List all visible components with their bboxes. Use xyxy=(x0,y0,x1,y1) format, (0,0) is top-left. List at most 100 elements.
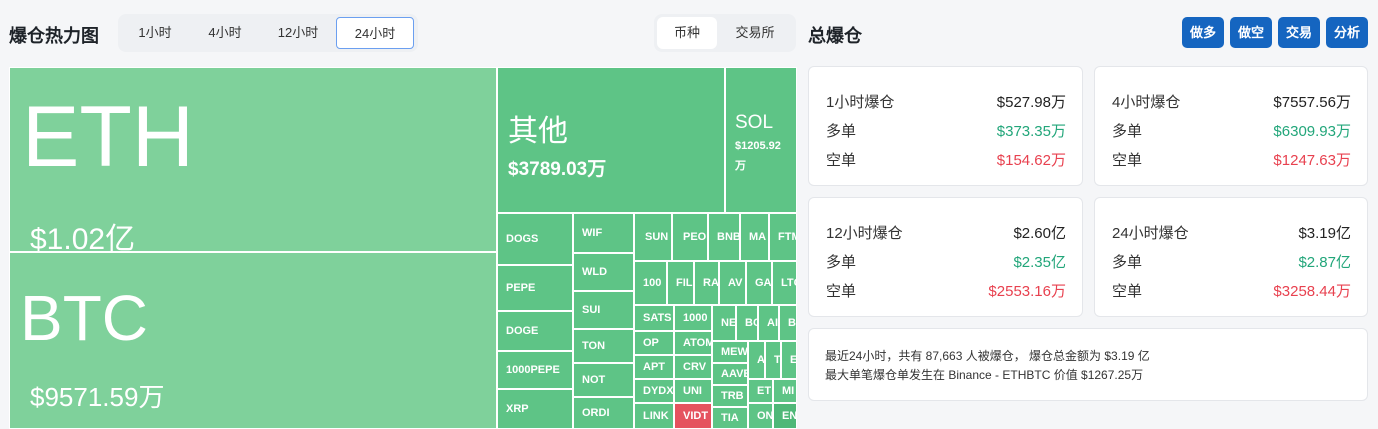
tile-ma[interactable]: MA xyxy=(740,213,769,261)
card-24h-long-label: 多单 xyxy=(1112,254,1143,271)
tile-apt[interactable]: APT xyxy=(634,355,674,379)
tile-xrp[interactable]: XRP xyxy=(497,389,573,429)
tile-ga[interactable]: GA xyxy=(746,261,772,305)
tile-aave[interactable]: AAVE xyxy=(712,363,748,385)
action-buttons: 做多 做空 交易 分析 xyxy=(1182,17,1368,48)
tile-e[interactable]: E xyxy=(781,341,797,379)
heatmap-title: 爆仓热力图 xyxy=(9,26,99,46)
tile-op[interactable]: OP xyxy=(634,331,674,355)
tile-mi[interactable]: MI xyxy=(773,379,797,403)
card-24h-short: $3258.44万 xyxy=(1273,283,1351,300)
tile-sun[interactable]: SUN xyxy=(634,213,672,261)
tile-doge[interactable]: DOGE xyxy=(497,311,573,351)
tile-1000-b[interactable]: 1000 xyxy=(674,305,712,331)
card-12h-long: $2.35亿 xyxy=(1013,254,1066,271)
tile-trb[interactable]: TRB xyxy=(712,385,748,407)
tile-btc[interactable]: BTC $9571.59万 xyxy=(9,252,497,429)
tile-ai[interactable]: AI xyxy=(758,305,779,341)
tile-mew[interactable]: MEW xyxy=(712,341,748,363)
liquidation-treemap: ETH $1.02亿 BTC $9571.59万 其他 $3789.03万 SO… xyxy=(9,67,797,429)
card-1h-short: $154.62万 xyxy=(996,152,1066,169)
tile-en[interactable]: EN xyxy=(773,403,797,429)
tile-ne[interactable]: NE xyxy=(712,305,736,341)
tab-coin[interactable]: 币种 xyxy=(657,17,717,49)
tile-1000[interactable]: 100 xyxy=(634,261,667,305)
tile-bo[interactable]: BO xyxy=(779,305,797,341)
card-1h-total: $527.98万 xyxy=(996,94,1066,111)
card-24h-label: 24小时爆仓 xyxy=(1112,225,1189,242)
card-12h-short-label: 空单 xyxy=(826,283,857,300)
card-4h-short: $1247.63万 xyxy=(1273,152,1351,169)
tile-pepe[interactable]: PEPE xyxy=(497,265,573,311)
tile-et[interactable]: ET xyxy=(748,379,773,403)
card-1h: 1小时爆仓 $527.98万 多单 $373.35万 空单 $154.62万 xyxy=(808,66,1083,186)
tab-exchange[interactable]: 交易所 xyxy=(717,17,793,49)
short-button[interactable]: 做空 xyxy=(1230,17,1272,48)
tile-not[interactable]: NOT xyxy=(573,363,634,397)
tile-other[interactable]: 其他 $3789.03万 xyxy=(497,67,725,213)
tab-4h[interactable]: 4小时 xyxy=(190,17,260,49)
card-1h-long-label: 多单 xyxy=(826,123,857,140)
tile-ra[interactable]: RA xyxy=(694,261,719,305)
tile-ftm[interactable]: FTM xyxy=(769,213,797,261)
tile-other-symbol: 其他 xyxy=(508,115,568,148)
tab-24h[interactable]: 24小时 xyxy=(336,17,414,49)
summary-card: 最近24小时，共有 87,663 人被爆仓， 爆仓总金额为 $3.19 亿 最大… xyxy=(808,328,1368,401)
tile-ton[interactable]: TON xyxy=(573,329,634,363)
tile-tia[interactable]: TIA xyxy=(712,407,748,429)
card-4h-long: $6309.93万 xyxy=(1273,123,1351,140)
card-12h: 12小时爆仓 $2.60亿 多单 $2.35亿 空单 $2553.16万 xyxy=(808,197,1083,317)
view-selector: 币种 交易所 xyxy=(654,14,796,52)
tile-peop[interactable]: PEOP xyxy=(672,213,708,261)
tile-wld[interactable]: WLD xyxy=(573,253,634,291)
liquidation-title: 总爆仓 xyxy=(808,26,862,46)
card-12h-total: $2.60亿 xyxy=(1013,225,1066,242)
tile-vidt[interactable]: VIDT xyxy=(674,403,712,429)
summary-line-2: 最大单笔爆仓单发生在 Binance - ETHBTC 价值 $1267.25万 xyxy=(825,368,1144,382)
tile-sats[interactable]: SATS xyxy=(634,305,674,331)
card-1h-long: $373.35万 xyxy=(996,123,1066,140)
tile-fil[interactable]: FIL xyxy=(667,261,694,305)
tab-12h[interactable]: 12小时 xyxy=(260,17,336,49)
tile-btc-value: $9571.59万 xyxy=(30,382,165,412)
tile-bc[interactable]: BC xyxy=(736,305,758,341)
tile-btc-symbol: BTC xyxy=(20,282,148,354)
tile-eth-symbol: ETH xyxy=(22,89,194,185)
tile-wif[interactable]: WIF xyxy=(573,213,634,253)
card-4h-label: 4小时爆仓 xyxy=(1112,94,1181,111)
tile-eth-value: $1.02亿 xyxy=(30,223,136,252)
tile-ltc[interactable]: LTC xyxy=(772,261,797,305)
time-range-selector: 1小时 4小时 12小时 24小时 xyxy=(118,14,418,52)
analysis-button[interactable]: 分析 xyxy=(1326,17,1368,48)
card-24h-long: $2.87亿 xyxy=(1298,254,1351,271)
tile-other-value: $3789.03万 xyxy=(508,159,607,180)
card-24h-total: $3.19亿 xyxy=(1298,225,1351,242)
tile-1000pepe[interactable]: 1000PEPE xyxy=(497,351,573,389)
tile-on[interactable]: ON xyxy=(748,403,773,429)
tile-sol-value: $1205.92 xyxy=(735,140,781,152)
tile-a[interactable]: A xyxy=(748,341,765,379)
tile-av[interactable]: AV xyxy=(719,261,746,305)
tile-ordi[interactable]: ORDI xyxy=(573,397,634,429)
tile-sol-value-unit: 万 xyxy=(735,160,746,172)
tile-link[interactable]: LINK xyxy=(634,403,674,429)
tile-dogs[interactable]: DOGS xyxy=(497,213,573,265)
tile-bnb[interactable]: BNB xyxy=(708,213,740,261)
card-4h: 4小时爆仓 $7557.56万 多单 $6309.93万 空单 $1247.63… xyxy=(1094,66,1368,186)
tile-sol-symbol: SOL xyxy=(735,112,774,133)
card-4h-total: $7557.56万 xyxy=(1273,94,1351,111)
tab-1h[interactable]: 1小时 xyxy=(120,17,190,49)
tile-eth[interactable]: ETH $1.02亿 xyxy=(9,67,497,252)
trade-button[interactable]: 交易 xyxy=(1278,17,1320,48)
card-12h-long-label: 多单 xyxy=(826,254,857,271)
tile-crv[interactable]: CRV xyxy=(674,355,712,379)
tile-t[interactable]: T xyxy=(765,341,781,379)
tile-sui[interactable]: SUI xyxy=(573,291,634,329)
card-24h-short-label: 空单 xyxy=(1112,283,1143,300)
long-button[interactable]: 做多 xyxy=(1182,17,1224,48)
card-4h-short-label: 空单 xyxy=(1112,152,1143,169)
tile-dydx[interactable]: DYDX xyxy=(634,379,674,403)
tile-sol[interactable]: SOL $1205.92 万 xyxy=(725,67,797,213)
tile-atom[interactable]: ATOM xyxy=(674,331,712,355)
tile-uni[interactable]: UNI xyxy=(674,379,712,403)
